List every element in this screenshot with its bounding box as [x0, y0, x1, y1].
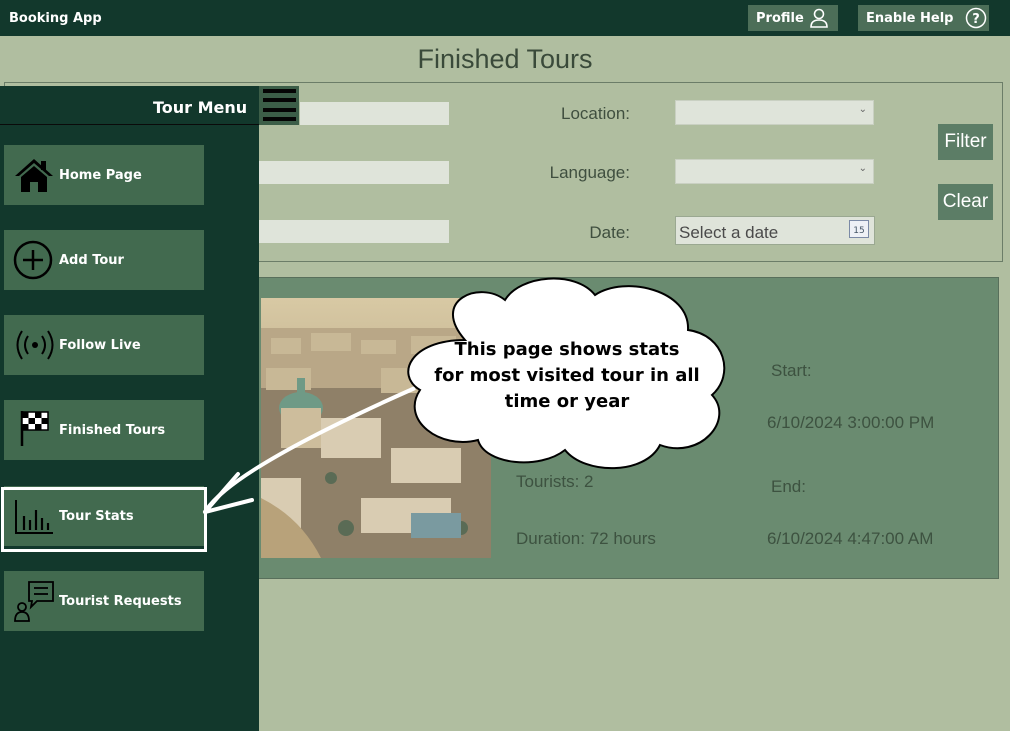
chevron-down-icon: ⌄ — [858, 163, 867, 174]
hamburger-icon-bar — [263, 98, 296, 102]
menu-item-tourist-requests[interactable]: Tourist Requests — [4, 571, 204, 631]
tourists-count: Tourists: 2 — [516, 472, 594, 491]
tour-name: Name: Tour — [516, 287, 615, 307]
tour-duration: Duration: 72 hours — [516, 529, 656, 548]
tour-stats-highlight — [1, 487, 207, 552]
menu-item-follow-live[interactable]: Follow Live — [4, 315, 204, 375]
svg-text:?: ? — [973, 12, 981, 27]
checkered-flag-icon — [20, 411, 49, 446]
menu-item-label: Home Page — [59, 168, 142, 183]
menu-item-add-tour[interactable]: Add Tour — [4, 230, 204, 290]
start-value: 6/10/2024 3:00:00 PM — [767, 413, 935, 432]
person-message-icon — [14, 581, 54, 622]
help-icon: ? — [966, 7, 987, 29]
chevron-down-icon: ⌄ — [858, 104, 867, 115]
location-label: Location: — [561, 104, 630, 123]
language-dropdown[interactable]: ⌄ — [675, 159, 874, 184]
name-filter-input[interactable] — [300, 102, 449, 125]
location-dropdown[interactable]: ⌄ — [675, 100, 874, 125]
callout-line: for most visited tour in all — [434, 365, 700, 386]
end-label: End: — [771, 477, 806, 496]
enable-help-label: Enable Help — [866, 10, 954, 26]
callout-line: This page shows stats — [454, 339, 680, 360]
date-placeholder: Select a date — [679, 223, 779, 242]
start-label: Start: — [771, 361, 812, 380]
country-filter-input[interactable] — [259, 161, 449, 184]
page-title: Finished Tours — [417, 44, 593, 74]
menu-item-label: Finished Tours — [59, 423, 166, 438]
filter-button[interactable]: Filter — [938, 124, 993, 160]
plus-circle-icon — [13, 240, 53, 280]
date-picker[interactable]: Select a date 15 — [675, 216, 875, 245]
tourists-filter-input[interactable] — [259, 220, 449, 243]
menu-item-label: Tourist Requests — [59, 594, 182, 609]
callout-text: This page shows stats for most visited t… — [432, 337, 702, 415]
profile-button-label: Profile — [756, 10, 804, 26]
menu-title: Tour Menu — [153, 98, 248, 117]
home-icon — [15, 159, 53, 192]
broadcast-icon — [16, 330, 54, 360]
hamburger-icon-bar — [263, 108, 296, 112]
language-label: Language: — [549, 163, 630, 182]
menu-item-label: Follow Live — [59, 338, 141, 353]
hamburger-icon — [263, 89, 296, 93]
app-title: Booking App — [9, 11, 102, 26]
user-icon — [809, 8, 828, 28]
menu-item-label: Add Tour — [59, 253, 124, 268]
menu-item-finished-tours[interactable]: Finished Tours — [4, 400, 204, 460]
hamburger-menu-button[interactable] — [259, 86, 299, 125]
enable-help-button[interactable]: Enable Help ? — [858, 5, 989, 31]
hamburger-icon-bar — [263, 117, 296, 121]
menu-item-home-page[interactable]: Home Page — [4, 145, 204, 205]
profile-button[interactable]: Profile — [748, 5, 838, 31]
clear-button[interactable]: Clear — [938, 184, 993, 220]
calendar-icon[interactable]: 15 — [849, 220, 869, 238]
callout-line: time or year — [504, 391, 630, 412]
end-value: 6/10/2024 4:47:00 AM — [767, 529, 934, 548]
date-label: Date: — [589, 223, 630, 242]
